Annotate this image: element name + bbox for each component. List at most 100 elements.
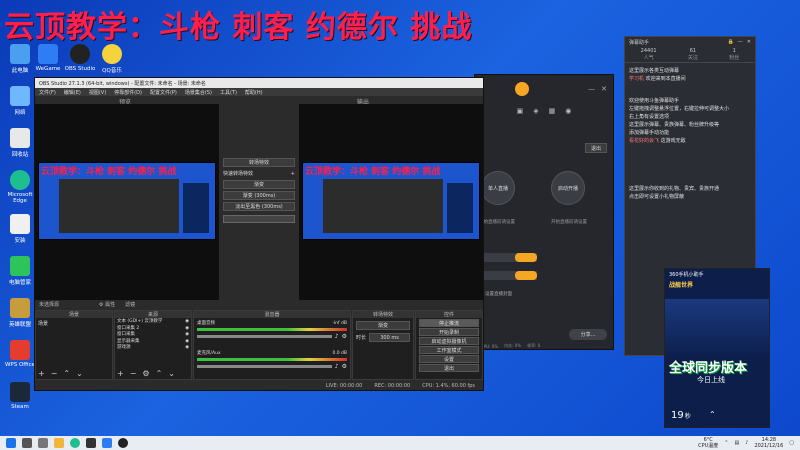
remove-icon[interactable]: − (51, 369, 58, 378)
minimize-icon[interactable]: — (738, 39, 743, 45)
settings-button[interactable]: 设置 (419, 355, 479, 363)
system-tray: 6°C CPU温度 ⌃ ▤ ♪ 14:28 2021/12/16 ▢ (698, 437, 800, 449)
desktop-icon-steam[interactable]: Steam (2, 382, 38, 410)
menu-profile[interactable]: 配置文件(P) (150, 89, 177, 96)
gear-icon[interactable]: ⚙ (342, 363, 347, 370)
danmaku-titlebar: 弹幕助手 🔒 — ✕ (629, 39, 751, 46)
virtual-camera-button[interactable]: 启动虚拟摄像机 (419, 337, 479, 345)
desktop-icon-edge[interactable]: Microsoft Edge (2, 170, 38, 204)
scene-item[interactable]: 场景 (36, 318, 112, 329)
lock-icon[interactable]: ▣ (517, 107, 524, 115)
chevron-down-icon[interactable]: ⌄ (76, 369, 83, 378)
rec-timer: REC: 00:00:00 (374, 382, 411, 389)
speaker-icon[interactable]: ♪ (335, 333, 339, 340)
add-icon[interactable]: + (38, 369, 45, 378)
transition-select[interactable]: 渐变 (356, 321, 410, 330)
add-icon[interactable]: + (291, 171, 295, 177)
desktop-icon-lol[interactable]: 英雄联盟 (2, 298, 38, 328)
desktop-icon-qqmusic[interactable]: QQ音乐 (94, 44, 130, 74)
obs-titlebar: OBS Studio 27.1.3 (64-bit, windows) - 配置… (35, 78, 483, 88)
transition-black-button[interactable]: 淡出至黑色 (300ms) (223, 202, 295, 211)
chevron-up-icon[interactable]: ⌃ (709, 410, 716, 419)
wegame-toggle-1[interactable] (515, 253, 537, 262)
properties-button[interactable]: ⚙ 属性 (99, 301, 115, 308)
chevron-down-icon[interactable]: ⌄ (168, 369, 175, 378)
tbar-slider[interactable] (223, 215, 295, 223)
speaker-icon[interactable]: ♪ (745, 440, 748, 446)
close-icon[interactable]: ✕ (601, 85, 607, 93)
chevron-up-icon[interactable]: ⌃ (63, 369, 70, 378)
transition-fade-button[interactable]: 渐变 (223, 180, 295, 189)
task-view-icon[interactable] (38, 438, 48, 448)
transition-button[interactable]: 转场特效 (223, 158, 295, 167)
wegame-mode-a-button[interactable]: 单人直播 (481, 171, 515, 205)
desktop-icon-network[interactable]: 网络 (2, 86, 38, 116)
clock[interactable]: 14:28 2021/12/16 (754, 437, 783, 449)
menu-edit[interactable]: 编辑(E) (64, 89, 81, 96)
volume-slider[interactable] (197, 335, 332, 338)
chevron-up-icon[interactable]: ⌃ (724, 440, 728, 446)
menu-docks[interactable]: 停靠部件(D) (114, 89, 142, 96)
explorer-icon[interactable] (54, 438, 64, 448)
desktop-icon-wegame[interactable]: WeGame (30, 44, 66, 72)
chevron-up-icon[interactable]: ⌃ (156, 369, 163, 378)
gift-icon[interactable]: ◈ (533, 107, 538, 115)
filters-button[interactable]: 滤镜 (125, 301, 135, 308)
desktop-icon-obs[interactable]: OBS Studio (62, 44, 98, 72)
close-icon[interactable]: ✕ (747, 39, 751, 45)
steam-icon (10, 382, 30, 402)
program-canvas: 云顶教学：斗枪 刺客 约德尔 挑战 (299, 104, 483, 300)
desktop-icon-recycle-bin[interactable]: 回收站 (2, 128, 38, 158)
gear-icon[interactable]: ⚙ (342, 333, 347, 340)
desktop-icon-wps[interactable]: WPS Office (2, 340, 38, 368)
obs-menubar: 文件(F) 编辑(E) 视图(V) 停靠部件(D) 配置文件(P) 场景集合(S… (35, 88, 483, 96)
desktop-icon-install[interactable]: 安装 (2, 214, 38, 244)
preview-canvas[interactable]: 云顶教学：斗枪 刺客 约德尔 挑战 (35, 104, 219, 300)
chat-line: 看花好的会飞 这游戏无敌 (629, 138, 686, 144)
obs-icon[interactable] (118, 438, 128, 448)
wegame-exit-button[interactable]: 退出 (585, 143, 607, 153)
network-icon[interactable]: ▤ (735, 440, 740, 446)
game-ad-popup[interactable]: 360手机小助手 战舰世界 全球同步版本 今日上线 19 秒 ⌃ (664, 268, 770, 428)
wegame-manage-link[interactable]: 设置直播封面 (485, 291, 512, 297)
speaker-icon[interactable]: ♪ (335, 363, 339, 370)
duration-input[interactable]: 300 ms (369, 333, 410, 342)
start-icon[interactable] (6, 438, 16, 448)
menu-file[interactable]: 文件(F) (39, 89, 56, 96)
volume-slider[interactable] (197, 365, 332, 368)
bell-icon[interactable]: ◉ (565, 107, 571, 115)
add-icon[interactable]: + (117, 369, 124, 378)
menu-view[interactable]: 视图(V) (89, 89, 106, 96)
lock-icon[interactable]: 🔒 (728, 39, 734, 45)
weather-widget[interactable]: 6°C CPU温度 (698, 437, 718, 449)
program-thumb-window (323, 179, 443, 233)
search-icon[interactable] (22, 438, 32, 448)
source-item[interactable]: 游戏源 ◉ (117, 345, 189, 352)
notification-icon[interactable]: ▢ (789, 440, 794, 446)
wegame-toggle-2[interactable] (515, 271, 537, 280)
start-recording-button[interactable]: 开始录制 (419, 328, 479, 336)
eye-icon[interactable]: ◉ (185, 345, 189, 352)
wechat-icon[interactable] (86, 438, 96, 448)
stop-streaming-button[interactable]: 停止推流 (419, 319, 479, 327)
transition-fade-300-button[interactable]: 渐变 (300ms) (223, 191, 295, 200)
gear-icon[interactable]: ⚙ (142, 369, 149, 378)
preview-thumbnail: 云顶教学：斗枪 刺客 约德尔 挑战 (38, 162, 216, 240)
menu-help[interactable]: 帮助(H) (245, 89, 263, 96)
minimize-icon[interactable]: — (588, 85, 595, 93)
desktop-icon-pc-manager[interactable]: 电脑管家 (2, 256, 38, 286)
menu-scene-collection[interactable]: 场景集合(S) (185, 89, 212, 96)
remove-icon[interactable]: − (130, 369, 137, 378)
wegame-avatar-icon[interactable] (515, 82, 529, 96)
edge-icon (10, 170, 30, 190)
wegame-icon[interactable] (102, 438, 112, 448)
studio-mode-button[interactable]: 工作室模式 (419, 346, 479, 354)
menu-tools[interactable]: 工具(T) (220, 89, 237, 96)
edge-icon[interactable] (70, 438, 80, 448)
grid-icon[interactable]: ▦ (549, 107, 556, 115)
wegame-toolbar: — ✕ (475, 75, 613, 103)
wegame-mode-b-button[interactable]: 启动开播 (551, 171, 585, 205)
studio-transition-panel: 转场特效 快速转场特效 + 渐变 渐变 (300ms) 淡出至黑色 (300ms) (223, 158, 295, 223)
wegame-share-button[interactable]: 分享... (569, 329, 607, 340)
exit-button[interactable]: 退出 (419, 364, 479, 372)
